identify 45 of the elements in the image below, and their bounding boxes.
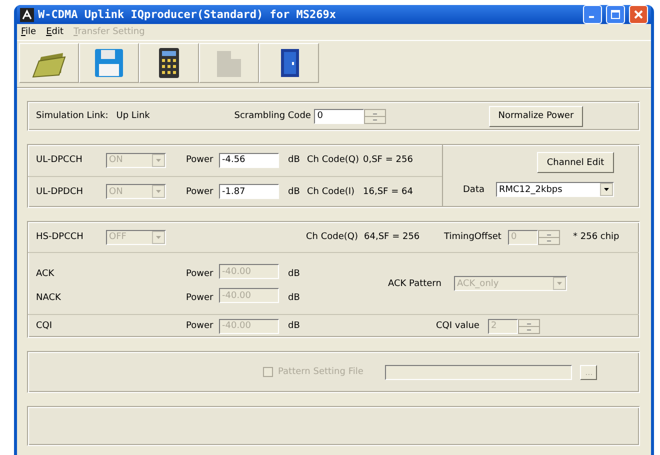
field-label: Power xyxy=(186,293,214,303)
field-label: Ch Code(I) xyxy=(307,186,356,197)
field-label: Power xyxy=(186,269,214,279)
menu-item[interactable]: File xyxy=(21,27,36,37)
unit-label: dB xyxy=(288,321,301,331)
dropdown-value: RMC12_2kbps xyxy=(499,184,564,194)
unit-label: dB xyxy=(288,269,301,279)
field-label: Ch Code(Q) xyxy=(307,155,360,166)
dropdown[interactable]: RMC12_2kbps xyxy=(496,182,614,197)
field-label: CQI value xyxy=(436,321,480,331)
channel-edit-button[interactable]: Channel Edit xyxy=(537,152,614,173)
field-label: Power xyxy=(186,155,214,166)
field-name: ACK xyxy=(36,269,56,279)
menu-item[interactable]: Edit xyxy=(46,27,64,37)
field-name: NACK xyxy=(36,293,62,303)
channel-name: HS-DPCCH xyxy=(36,232,84,242)
unit-label: dB xyxy=(288,186,301,197)
ch-code-value: 16,SF = 64 xyxy=(363,186,413,197)
field-name: CQI xyxy=(36,321,54,331)
field-label: Power xyxy=(186,321,214,331)
field-label: Power xyxy=(186,186,214,197)
checkbox-label: Pattern Setting File xyxy=(278,367,364,377)
unit-label: dB xyxy=(288,293,301,303)
link-label: Simulation Link: xyxy=(36,111,108,121)
link-value: Up Link xyxy=(116,111,151,121)
ch-code-value: 0,SF = 256 xyxy=(363,155,413,166)
channel-name: UL-DPCCH xyxy=(36,155,84,166)
dropdown-value: ON xyxy=(109,155,124,166)
input-field[interactable]: -1.87 xyxy=(219,184,279,200)
field-label: TimingOffset xyxy=(444,232,502,242)
normalize-power-button[interactable]: Normalize Power xyxy=(489,106,583,126)
unit-label: * 256 chip xyxy=(573,232,620,242)
field-label: Scrambling Code xyxy=(234,111,312,121)
channel-name: UL-DPDCH xyxy=(36,186,84,197)
dropdown-value: ON xyxy=(109,186,124,197)
field-label: Ch Code(Q) xyxy=(306,232,359,242)
window-title: W-CDMA Uplink IQproducer(Standard) for MS269x xyxy=(38,8,338,21)
dropdown-value: OFF xyxy=(109,232,128,242)
ch-code-value: 64,SF = 256 xyxy=(364,232,421,242)
input-field[interactable]: -4.56 xyxy=(219,152,279,168)
dropdown-value: ACK_only xyxy=(457,278,500,288)
input-field[interactable]: 0 xyxy=(314,108,364,124)
field-label: ACK Pattern xyxy=(388,278,442,288)
field-label: Data xyxy=(463,184,486,194)
unit-label: dB xyxy=(288,155,301,166)
